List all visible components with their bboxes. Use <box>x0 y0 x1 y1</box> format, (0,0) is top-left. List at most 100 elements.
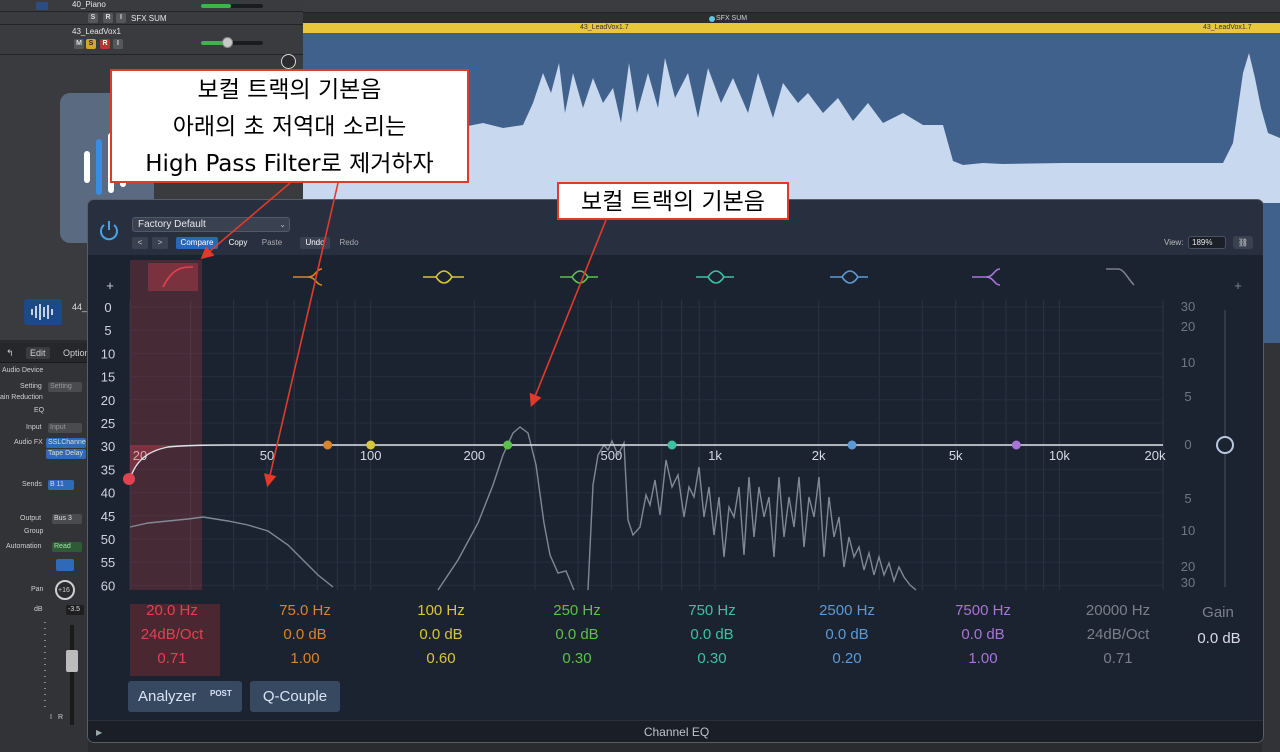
record-button[interactable]: R <box>103 13 113 23</box>
previous-preset-button[interactable]: < <box>132 237 148 249</box>
frequency-label: 20k <box>1145 448 1166 463</box>
next-preset-button[interactable]: > <box>152 237 168 249</box>
band-4-handle[interactable] <box>503 440 513 450</box>
band-6-handle[interactable] <box>847 440 857 450</box>
band-8-gain[interactable]: 24dB/Oct <box>1053 626 1183 643</box>
setting-button[interactable]: Setting <box>48 382 82 392</box>
output-slot[interactable]: Bus 3 <box>52 514 82 524</box>
band-6-q[interactable]: 0.20 <box>782 650 912 667</box>
band-7-frequency[interactable]: 7500 Hz <box>918 602 1048 619</box>
back-arrow-icon[interactable]: ↰ <box>6 348 14 359</box>
audio-waveform-icon <box>31 304 53 320</box>
waveform-icon <box>36 2 48 10</box>
track-row-leadvox[interactable]: 43_LeadVox1 M S R I <box>0 25 303 69</box>
paste-button[interactable]: Paste <box>258 237 286 249</box>
gain-value[interactable]: 0.0 dB <box>1192 630 1246 647</box>
band-5-handle[interactable] <box>667 440 677 450</box>
solo-button[interactable]: S <box>86 39 96 49</box>
copy-button[interactable]: Copy <box>224 237 252 249</box>
frequency-label: 10k <box>1049 448 1070 463</box>
db-scale-label: 30 <box>101 439 115 454</box>
edit-menu[interactable]: Edit <box>26 347 50 359</box>
gain-scale-label: 20 <box>1181 319 1195 334</box>
band-7-gain[interactable]: 0.0 dB <box>918 626 1048 643</box>
band-6-gain[interactable]: 0.0 dB <box>782 626 912 643</box>
band-1-gain[interactable]: 24dB/Oct <box>107 626 237 643</box>
band-5-q[interactable]: 0.30 <box>647 650 777 667</box>
band-5-frequency[interactable]: 750 Hz <box>647 602 777 619</box>
band-3-q[interactable]: 0.60 <box>376 650 506 667</box>
annotation-callout-highpass: 보컬 트랙의 기본음 아래의 초 저역대 소리는 High Pass Filte… <box>110 69 469 183</box>
gain-label: Gain <box>1202 604 1234 621</box>
q-couple-button[interactable]: Q-Couple <box>250 681 340 712</box>
gain-scale-label: 5 <box>1184 491 1191 506</box>
band-4-frequency[interactable]: 250 Hz <box>512 602 642 619</box>
power-icon[interactable] <box>97 219 121 243</box>
gain-scale-label: 10 <box>1181 355 1195 370</box>
options-menu[interactable]: Option <box>63 348 90 358</box>
mixer-menu-bar: ↰ Edit Option <box>0 343 90 363</box>
input-slot[interactable]: Input <box>48 423 82 433</box>
band-5-params: 750 Hz 0.0 dB 0.30 <box>647 602 777 682</box>
redo-button[interactable]: Redo <box>334 237 364 249</box>
band-2-q[interactable]: 1.00 <box>240 650 370 667</box>
band-4-gain[interactable]: 0.0 dB <box>512 626 642 643</box>
input-monitor-button[interactable]: I <box>116 13 126 23</box>
record-button[interactable]: R <box>58 714 63 721</box>
band-2-handle[interactable] <box>323 440 333 450</box>
audio-fx-slot[interactable]: Tape Delay <box>46 449 86 459</box>
volume-fader-knob[interactable] <box>66 650 78 672</box>
plus-icon[interactable]: + <box>106 278 114 293</box>
mute-button[interactable]: M <box>74 39 84 49</box>
input-monitor-button[interactable]: I <box>50 714 52 721</box>
band-3-frequency[interactable]: 100 Hz <box>376 602 506 619</box>
plus-icon[interactable]: + <box>1234 278 1242 293</box>
preset-menu[interactable]: Factory Default ⌄ <box>132 217 290 232</box>
audio-fx-slot[interactable]: SSLChannel <box>46 438 86 448</box>
frequency-label: 5k <box>949 448 963 463</box>
band-1-frequency[interactable]: 20.0 Hz <box>107 602 237 619</box>
band-1-handle[interactable] <box>123 473 135 485</box>
sends-label: Sends <box>22 481 42 488</box>
frequency-label: 1k <box>708 448 722 463</box>
input-monitor-button[interactable]: I <box>113 39 123 49</box>
compare-button[interactable]: Compare <box>176 237 218 249</box>
audio-fx-label: Audio FX <box>14 439 43 446</box>
band-3-params: 100 Hz 0.0 dB 0.60 <box>376 602 506 682</box>
gain-slider-knob[interactable] <box>1216 436 1234 454</box>
band-5-gain[interactable]: 0.0 dB <box>647 626 777 643</box>
audio-device-label: Audio Device <box>2 367 44 374</box>
timeline-ruler[interactable] <box>303 0 1280 13</box>
input-label: Input <box>26 424 42 431</box>
gain-reduction-label: ain Reduction <box>0 394 43 401</box>
band-1-q[interactable]: 0.71 <box>107 650 237 667</box>
band-7-handle[interactable] <box>1011 440 1021 450</box>
band-2-frequency[interactable]: 75.0 Hz <box>240 602 370 619</box>
volume-fader-knob[interactable] <box>222 37 233 48</box>
link-icon[interactable]: ⛓ <box>1233 236 1253 249</box>
send-slot[interactable]: B 11 <box>48 480 74 490</box>
band-3-handle[interactable] <box>366 440 376 450</box>
fader-track[interactable] <box>70 625 74 725</box>
band-8-q[interactable]: 0.71 <box>1053 650 1183 667</box>
undo-button[interactable]: Undo <box>300 237 330 249</box>
view-zoom-menu[interactable]: 189% <box>1188 236 1226 249</box>
band-2-gain[interactable]: 0.0 dB <box>240 626 370 643</box>
band-4-q[interactable]: 0.30 <box>512 650 642 667</box>
band-4-params: 250 Hz 0.0 dB 0.30 <box>512 602 642 682</box>
eq-label: EQ <box>34 407 45 414</box>
pan-knob[interactable] <box>281 54 296 69</box>
track-name: 44_ <box>72 302 88 312</box>
band-3-gain[interactable]: 0.0 dB <box>376 626 506 643</box>
track-row-sfx[interactable]: S R I SFX SUM <box>0 12 303 25</box>
automation-mode[interactable]: Read <box>52 542 82 552</box>
record-button[interactable]: R <box>100 39 110 49</box>
channel-eq-window: Factory Default ⌄ < > Compare Copy Paste… <box>87 199 1264 743</box>
band-7-q[interactable]: 1.00 <box>918 650 1048 667</box>
region-header[interactable] <box>303 23 1280 33</box>
annotation-line: 보컬 트랙의 기본음 <box>197 77 382 103</box>
frequency-label: 2k <box>812 448 826 463</box>
solo-button[interactable]: S <box>88 13 98 23</box>
band-6-frequency[interactable]: 2500 Hz <box>782 602 912 619</box>
band-8-frequency[interactable]: 20000 Hz <box>1053 602 1183 619</box>
